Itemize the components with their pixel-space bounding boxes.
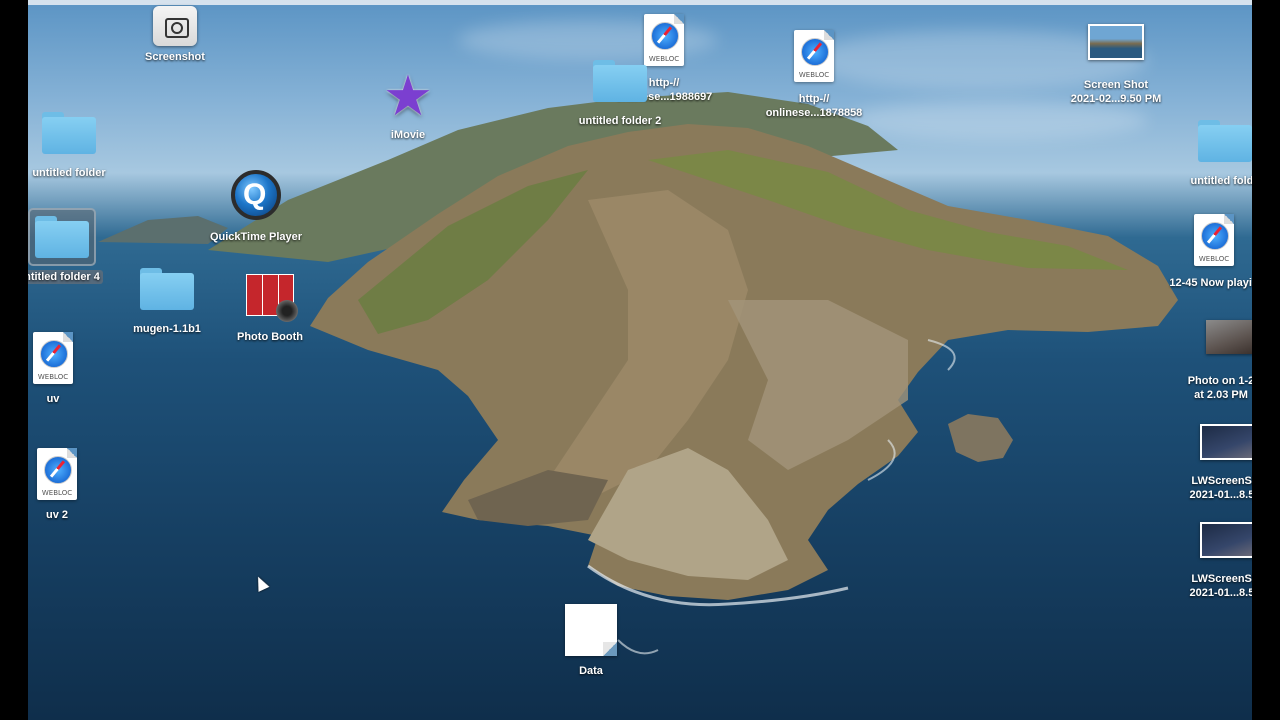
- desktop-icon-imovie[interactable]: ★ iMovie: [353, 68, 463, 142]
- safari-webloc-icon: WEBLOC: [794, 30, 834, 82]
- desktop-icon-lwscreenshot-1[interactable]: LWScreenSh 2021-01...8.52: [1170, 424, 1252, 502]
- desktop[interactable]: Screenshot ★ iMovie WEBLOC http-// onlin…: [28, 0, 1252, 720]
- icon-label-line1: Screen Shot: [1083, 79, 1149, 91]
- icon-label: untitled folder 2: [578, 115, 662, 127]
- desktop-icon-screenshot[interactable]: Screenshot: [120, 6, 230, 64]
- desktop-icon-untitled-folder-right[interactable]: untitled folde: [1170, 120, 1252, 188]
- webloc-tag: WEBLOC: [1198, 255, 1230, 263]
- icon-label-line1: LWScreenSh: [1191, 573, 1252, 585]
- icon-label: Screenshot: [145, 51, 205, 63]
- webloc-tag: WEBLOC: [37, 373, 69, 381]
- webloc-tag: WEBLOC: [798, 71, 830, 79]
- icon-label-line2: 2021-02...9.50 PM: [1070, 93, 1162, 105]
- safari-webloc-icon: WEBLOC: [37, 448, 77, 500]
- webloc-tag: WEBLOC: [41, 489, 73, 497]
- desktop-icon-quicktime[interactable]: Q QuickTime Player: [201, 170, 311, 244]
- letterbox-right: [1252, 0, 1280, 720]
- icon-label-line1: http-//: [798, 93, 830, 105]
- desktop-icon-screen-shot[interactable]: Screen Shot 2021-02...9.50 PM: [1061, 24, 1171, 106]
- desktop-icon-untitled-folder[interactable]: untitled folder: [28, 112, 124, 180]
- icon-label: 12-45 Now playin: [1169, 277, 1252, 289]
- desktop-icon-photo-booth[interactable]: Photo Booth: [215, 274, 325, 344]
- image-thumbnail-icon: [1200, 424, 1252, 460]
- photo-booth-icon: [246, 274, 298, 322]
- desktop-icon-webloc-now-playing[interactable]: WEBLOC 12-45 Now playin: [1159, 214, 1252, 290]
- icon-label: uv: [46, 393, 60, 405]
- document-icon: [565, 604, 617, 656]
- icon-label: uv 2: [45, 509, 68, 521]
- image-thumbnail-icon: [1206, 320, 1252, 354]
- icon-label-line1: Photo on 1-2: [1187, 375, 1252, 387]
- folder-icon: [28, 208, 96, 266]
- desktop-icon-untitled-folder-2[interactable]: untitled folder 2: [565, 60, 675, 128]
- desktop-icon-photo-on[interactable]: Photo on 1-2 at 2.03 PM: [1166, 320, 1252, 402]
- desktop-icon-untitled-folder-4[interactable]: ntitled folder 4: [28, 208, 117, 285]
- folder-icon: [140, 268, 194, 310]
- letterbox-left: [0, 0, 28, 720]
- folder-icon: [1198, 120, 1252, 162]
- desktop-icon-mugen[interactable]: mugen-1.1b1: [112, 268, 222, 336]
- screenshot-app-icon: [153, 6, 197, 46]
- icon-label-line1: LWScreenSh: [1191, 475, 1252, 487]
- icon-label: untitled folde: [1190, 175, 1252, 187]
- icon-label: mugen-1.1b1: [133, 323, 201, 335]
- folder-icon: [593, 60, 647, 102]
- imovie-star-icon: ★: [382, 64, 434, 127]
- safari-webloc-icon: WEBLOC: [1194, 214, 1234, 266]
- desktop-icon-webloc-2[interactable]: WEBLOC http-// onlinese...1878858: [759, 30, 869, 120]
- icon-label-line2: onlinese...1878858: [765, 107, 863, 119]
- icon-label-line2: 2021-01...8.53: [1189, 587, 1252, 599]
- desktop-icon-uv2[interactable]: WEBLOC uv 2: [28, 448, 112, 522]
- icon-label: iMovie: [390, 129, 426, 141]
- icon-label: Photo Booth: [237, 331, 303, 343]
- desktop-icon-data[interactable]: Data: [536, 604, 646, 678]
- folder-icon: [42, 112, 96, 154]
- image-thumbnail-icon: [1200, 522, 1252, 558]
- icon-label: Data: [579, 665, 603, 677]
- icon-label-line2: 2021-01...8.52: [1189, 489, 1252, 501]
- image-thumbnail-icon: [1088, 24, 1144, 60]
- quicktime-icon: Q: [231, 170, 281, 220]
- safari-webloc-icon: WEBLOC: [644, 14, 684, 66]
- icon-label: ntitled folder 4: [28, 270, 103, 284]
- safari-webloc-icon: WEBLOC: [33, 332, 73, 384]
- desktop-icon-lwscreenshot-2[interactable]: LWScreenSh 2021-01...8.53: [1170, 522, 1252, 600]
- desktop-icon-uv[interactable]: WEBLOC uv: [28, 332, 108, 406]
- icon-label: untitled folder: [32, 167, 106, 179]
- icon-label: QuickTime Player: [209, 231, 303, 243]
- icon-label-line2: at 2.03 PM: [1194, 389, 1248, 401]
